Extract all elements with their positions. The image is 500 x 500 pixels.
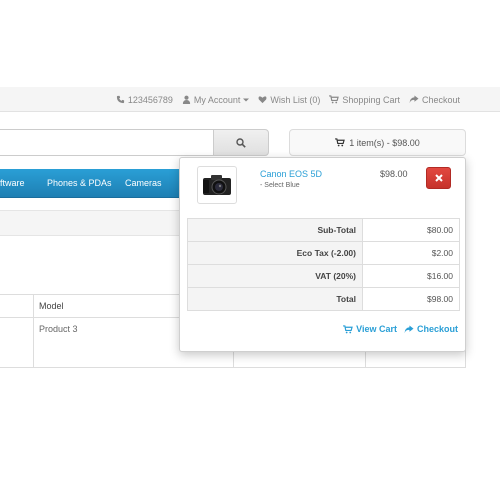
- cart-dropdown: Canon EOS 5D - Select Blue $98.00 Sub-To…: [179, 157, 466, 352]
- heart-icon: [258, 96, 267, 104]
- shopping-cart-label: Shopping Cart: [342, 94, 400, 105]
- phone-link[interactable]: 123456789: [116, 95, 173, 105]
- column-header-model: Model: [39, 301, 64, 311]
- camera-image: [203, 175, 231, 195]
- wishlist-label: Wish List (0): [270, 94, 321, 105]
- phone-number: 123456789: [127, 94, 173, 105]
- search-input[interactable]: [0, 129, 214, 156]
- table-col-divider: [33, 294, 34, 367]
- share-icon: [404, 324, 414, 333]
- my-account-label: My Account: [193, 94, 241, 105]
- nav-item-software[interactable]: ftware: [0, 169, 25, 198]
- table-cell-model: Product 3: [39, 324, 78, 334]
- totals-label: Total: [187, 287, 363, 311]
- checkout-link[interactable]: Checkout: [409, 95, 460, 105]
- totals-value: $98.00: [362, 287, 460, 311]
- product-name-link[interactable]: Canon EOS 5D: [260, 169, 322, 179]
- totals-row: VAT (20%) $16.00: [187, 264, 460, 288]
- table-bottom-border: [0, 367, 466, 368]
- search-icon: [236, 137, 246, 148]
- remove-item-button[interactable]: [426, 167, 451, 189]
- totals-row: Eco Tax (-2.00) $2.00: [187, 241, 460, 265]
- cart-icon: [329, 95, 340, 104]
- totals-row: Sub-Total $80.00: [187, 218, 460, 242]
- nav-item-cameras[interactable]: Cameras: [125, 169, 162, 198]
- close-icon: [434, 174, 443, 182]
- cart-totals-table: Sub-Total $80.00 Eco Tax (-2.00) $2.00 V…: [187, 218, 460, 311]
- shopping-cart-link[interactable]: Shopping Cart: [329, 95, 400, 105]
- phone-icon: [116, 95, 124, 104]
- cart-icon: [343, 324, 353, 333]
- totals-value: $2.00: [362, 241, 460, 265]
- main-nav: ftware Phones & PDAs Cameras: [0, 169, 200, 198]
- dropdown-checkout-link[interactable]: Checkout: [404, 324, 458, 334]
- cart-dropdown-actions: View Cart Checkout: [343, 324, 458, 334]
- top-links: 123456789 My Account Wish List (0) Shopp…: [116, 87, 460, 112]
- totals-label: VAT (20%): [187, 264, 363, 288]
- wishlist-link[interactable]: Wish List (0): [258, 95, 320, 105]
- cart-button-label: 1 item(s) - $98.00: [349, 137, 420, 148]
- product-thumbnail[interactable]: [197, 166, 237, 204]
- totals-label: Sub-Total: [187, 218, 363, 242]
- share-icon: [409, 95, 419, 104]
- totals-row: Total $98.00: [187, 287, 460, 311]
- product-price: $98.00: [380, 169, 408, 179]
- totals-label: Eco Tax (-2.00): [187, 241, 363, 265]
- view-cart-link[interactable]: View Cart: [343, 324, 397, 334]
- search-button[interactable]: [213, 129, 269, 156]
- cart-icon: [335, 138, 346, 147]
- view-cart-label: View Cart: [356, 324, 397, 334]
- product-option: - Select Blue: [260, 182, 300, 189]
- my-account-link[interactable]: My Account: [182, 95, 250, 105]
- cart-button[interactable]: 1 item(s) - $98.00: [289, 129, 466, 156]
- nav-item-phones[interactable]: Phones & PDAs: [47, 169, 112, 198]
- checkout-label: Checkout: [421, 94, 460, 105]
- totals-value: $80.00: [362, 218, 460, 242]
- top-bar: 123456789 My Account Wish List (0) Shopp…: [0, 87, 500, 112]
- totals-value: $16.00: [362, 264, 460, 288]
- dropdown-checkout-label: Checkout: [416, 324, 458, 334]
- caret-down-icon: [243, 98, 250, 101]
- user-icon: [182, 95, 190, 104]
